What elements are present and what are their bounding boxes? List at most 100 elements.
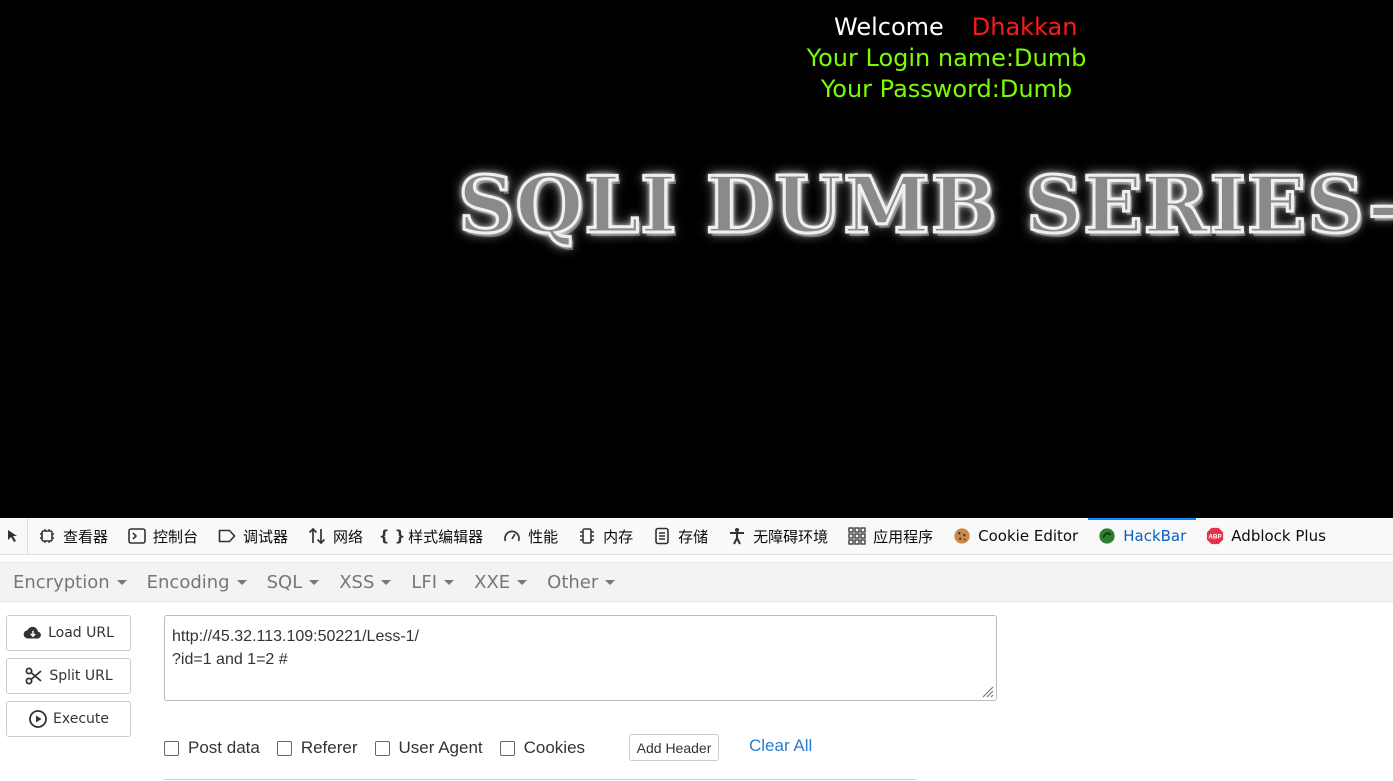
style-editor-icon: { } bbox=[378, 527, 406, 545]
divider bbox=[164, 779, 916, 780]
caret-down-icon bbox=[116, 579, 127, 585]
tab-label: 调试器 bbox=[243, 527, 289, 546]
tab-performance[interactable]: 性能 bbox=[493, 518, 568, 555]
sqli-banner: SQLI DUMB SERIES- bbox=[457, 159, 1393, 253]
menu-label: XSS bbox=[339, 571, 375, 593]
add-header-button[interactable]: Add Header bbox=[629, 734, 719, 761]
url-textarea[interactable]: http://45.32.113.109:50221/Less-1/ ?id=1… bbox=[164, 615, 997, 701]
password-line: Your Password:Dumb bbox=[820, 75, 1073, 103]
welcome-row: Welcome Dhakkan bbox=[834, 13, 1077, 41]
hackbar-menu-bar: Encryption Encoding SQL XSS LFI XXE Othe… bbox=[0, 562, 1393, 602]
web-page: Welcome Dhakkan Your Login name:Dumb Your… bbox=[0, 0, 1393, 518]
tab-adblock-plus[interactable]: ABP Adblock Plus bbox=[1196, 518, 1336, 555]
menu-lfi[interactable]: LFI bbox=[411, 571, 455, 593]
cloud-download-icon bbox=[23, 623, 43, 643]
element-picker-button[interactable] bbox=[0, 517, 28, 555]
caret-down-icon bbox=[517, 579, 528, 585]
application-icon bbox=[848, 527, 866, 545]
caret-down-icon bbox=[309, 579, 320, 585]
tab-storage[interactable]: 存储 bbox=[643, 518, 718, 555]
devtools-panel: 查看器 控制台 调试器 网络 { } 样式编辑器 性能 内存 存储 无障碍环境 … bbox=[0, 517, 1393, 781]
menu-label: SQL bbox=[266, 571, 303, 593]
menu-other[interactable]: Other bbox=[547, 571, 616, 593]
menu-xxe[interactable]: XXE bbox=[474, 571, 528, 593]
load-url-button[interactable]: Load URL bbox=[6, 615, 131, 651]
tab-label: Adblock Plus bbox=[1231, 527, 1326, 545]
tab-label: 性能 bbox=[528, 527, 559, 546]
cookies-option[interactable]: Cookies bbox=[499, 738, 586, 758]
url-line-1: http://45.32.113.109:50221/Less-1/ bbox=[172, 628, 420, 645]
storage-icon bbox=[653, 527, 671, 545]
picker-icon bbox=[7, 530, 17, 542]
tab-label: 无障碍环境 bbox=[753, 527, 829, 546]
tab-label: 样式编辑器 bbox=[408, 527, 484, 546]
devtools-tab-bar: 查看器 控制台 调试器 网络 { } 样式编辑器 性能 内存 存储 无障碍环境 … bbox=[0, 517, 1393, 555]
load-url-label: Load URL bbox=[48, 625, 114, 641]
tab-debugger[interactable]: 调试器 bbox=[208, 518, 298, 555]
accessibility-icon bbox=[728, 527, 746, 545]
menu-label: Other bbox=[547, 571, 599, 593]
execute-button[interactable]: Execute bbox=[6, 701, 131, 737]
welcome-label: Welcome bbox=[834, 13, 944, 41]
tab-label: 内存 bbox=[603, 527, 634, 546]
clear-all-link[interactable]: Clear All bbox=[749, 736, 812, 756]
svg-text:ABP: ABP bbox=[1209, 534, 1222, 541]
post-data-checkbox[interactable] bbox=[164, 740, 179, 756]
caret-down-icon bbox=[605, 579, 616, 585]
resize-grip-icon[interactable] bbox=[980, 684, 994, 698]
login-name-line: Your Login name:Dumb bbox=[806, 44, 1087, 72]
tab-console[interactable]: 控制台 bbox=[118, 518, 208, 555]
tab-label: 应用程序 bbox=[873, 527, 934, 546]
hackbar-icon bbox=[1098, 527, 1116, 545]
referer-checkbox[interactable] bbox=[276, 740, 292, 756]
console-icon bbox=[128, 527, 146, 545]
tab-inspector[interactable]: 查看器 bbox=[28, 518, 118, 555]
play-circle-icon bbox=[28, 709, 48, 729]
execute-label: Execute bbox=[53, 711, 109, 727]
menu-label: Encoding bbox=[146, 571, 230, 593]
split-url-button[interactable]: Split URL bbox=[6, 658, 131, 694]
tab-application[interactable]: 应用程序 bbox=[838, 518, 943, 555]
caret-down-icon bbox=[381, 579, 392, 585]
user-agent-checkbox[interactable] bbox=[374, 740, 390, 756]
user-agent-option[interactable]: User Agent bbox=[374, 738, 483, 758]
inspector-icon bbox=[38, 527, 56, 545]
menu-label: XXE bbox=[474, 571, 511, 593]
tab-label: Cookie Editor bbox=[978, 527, 1079, 545]
menu-label: LFI bbox=[411, 571, 438, 593]
cookie-icon bbox=[953, 527, 971, 545]
option-label: Cookies bbox=[523, 738, 586, 757]
tab-network[interactable]: 网络 bbox=[298, 518, 373, 555]
menu-label: Encryption bbox=[13, 571, 110, 593]
post-data-option[interactable]: Post data bbox=[164, 738, 260, 758]
tab-hackbar[interactable]: HackBar bbox=[1088, 517, 1197, 555]
caret-down-icon bbox=[444, 579, 455, 585]
option-label: Referer bbox=[300, 738, 358, 757]
referer-option[interactable]: Referer bbox=[276, 738, 358, 758]
request-options: Post data Referer User Agent Cookies bbox=[164, 736, 602, 760]
network-icon bbox=[308, 527, 326, 545]
menu-encryption[interactable]: Encryption bbox=[13, 572, 127, 593]
tab-label: HackBar bbox=[1123, 527, 1187, 545]
welcome-name: Dhakkan bbox=[971, 13, 1078, 41]
tab-memory[interactable]: 内存 bbox=[568, 518, 643, 555]
memory-icon bbox=[578, 527, 596, 545]
performance-icon bbox=[503, 527, 521, 545]
menu-sql[interactable]: SQL bbox=[267, 572, 320, 593]
debugger-icon bbox=[218, 527, 236, 545]
tab-style-editor[interactable]: { } 样式编辑器 bbox=[373, 518, 493, 555]
tab-label: 控制台 bbox=[153, 527, 199, 546]
browser-window: Welcome Dhakkan Your Login name:Dumb Your… bbox=[0, 0, 1393, 781]
abp-icon: ABP bbox=[1206, 527, 1224, 545]
url-line-2: ?id=1 and 1=2 # bbox=[172, 651, 288, 668]
tab-cookie-editor[interactable]: Cookie Editor bbox=[943, 518, 1088, 555]
scissors-icon bbox=[24, 666, 44, 686]
option-label: Post data bbox=[188, 738, 260, 757]
cookies-checkbox[interactable] bbox=[499, 740, 515, 756]
menu-xss[interactable]: XSS bbox=[339, 571, 392, 593]
tab-label: 查看器 bbox=[63, 527, 109, 546]
tab-accessibility[interactable]: 无障碍环境 bbox=[718, 518, 838, 555]
menu-encoding[interactable]: Encoding bbox=[147, 572, 247, 593]
tab-label: 网络 bbox=[333, 527, 364, 546]
option-label: User Agent bbox=[398, 738, 483, 757]
